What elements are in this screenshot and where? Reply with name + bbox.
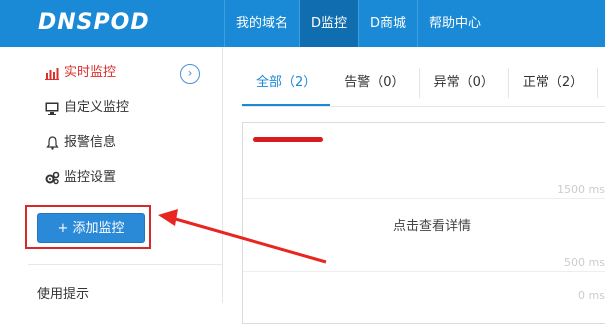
nav-item-d-store[interactable]: D商城: [358, 0, 417, 47]
sidebar-item-custom-monitor[interactable]: 自定义监控: [44, 98, 129, 118]
add-monitor-button[interactable]: + 添加监控: [37, 213, 145, 243]
sidebar-item-alarm-info[interactable]: 报警信息: [44, 133, 116, 153]
gears-icon: [44, 170, 60, 186]
sidebar-divider: [28, 264, 222, 265]
axis-label-0: 0 ms: [578, 289, 605, 302]
nav-item-d-monitor[interactable]: D监控: [299, 0, 359, 47]
monitor-card[interactable]: 1500 ms 500 ms 0 ms 点击查看详情: [242, 122, 605, 324]
usage-tips-heading: 使用提示: [37, 287, 90, 302]
dnspod-logo[interactable]: DNSPOD: [38, 10, 150, 35]
monitor-icon: [44, 100, 60, 116]
chart-gridline: [243, 198, 605, 199]
sidebar-item-realtime-monitor[interactable]: 实时监控: [44, 63, 116, 83]
tabs-underline: [242, 106, 605, 107]
redacted-domain-name: [253, 137, 323, 142]
tab-alarm[interactable]: 告警（0）: [330, 68, 420, 98]
sidebar-item-label: 监控设置: [64, 170, 117, 185]
sidebar-item-label: 自定义监控: [64, 100, 130, 115]
tab-all[interactable]: 全部（2）: [242, 68, 331, 106]
sidebar: 实时监控 › 自定义监控 报警信息 监控设置 + 添加监控 使用提示: [0, 47, 223, 303]
tab-abnormal[interactable]: 异常（0）: [420, 68, 509, 98]
sidebar-item-monitor-settings[interactable]: 监控设置: [44, 168, 116, 188]
axis-label-1500: 1500 ms: [557, 183, 605, 196]
bar-chart-icon: [44, 65, 60, 81]
top-navigation-bar: DNSPOD 我的域名 D监控 D商城 帮助中心: [0, 0, 605, 47]
nav-item-help-center[interactable]: 帮助中心: [417, 0, 492, 47]
view-details-link[interactable]: 点击查看详情: [393, 215, 471, 234]
main-nav: 我的域名 D监控 D商城 帮助中心: [224, 0, 492, 47]
chevron-right-circle-icon[interactable]: ›: [180, 64, 200, 84]
add-monitor-highlight: + 添加监控: [25, 205, 151, 249]
bell-icon: [44, 135, 60, 151]
sidebar-item-label: 报警信息: [64, 135, 117, 150]
nav-item-my-domains[interactable]: 我的域名: [224, 0, 299, 47]
filter-tabs: 全部（2） 告警（0） 异常（0） 正常（2）: [242, 68, 599, 106]
sidebar-item-label: 实时监控: [64, 65, 117, 80]
tab-normal[interactable]: 正常（2）: [509, 68, 599, 98]
chart-gridline: [243, 271, 605, 272]
axis-label-500: 500 ms: [564, 256, 605, 269]
